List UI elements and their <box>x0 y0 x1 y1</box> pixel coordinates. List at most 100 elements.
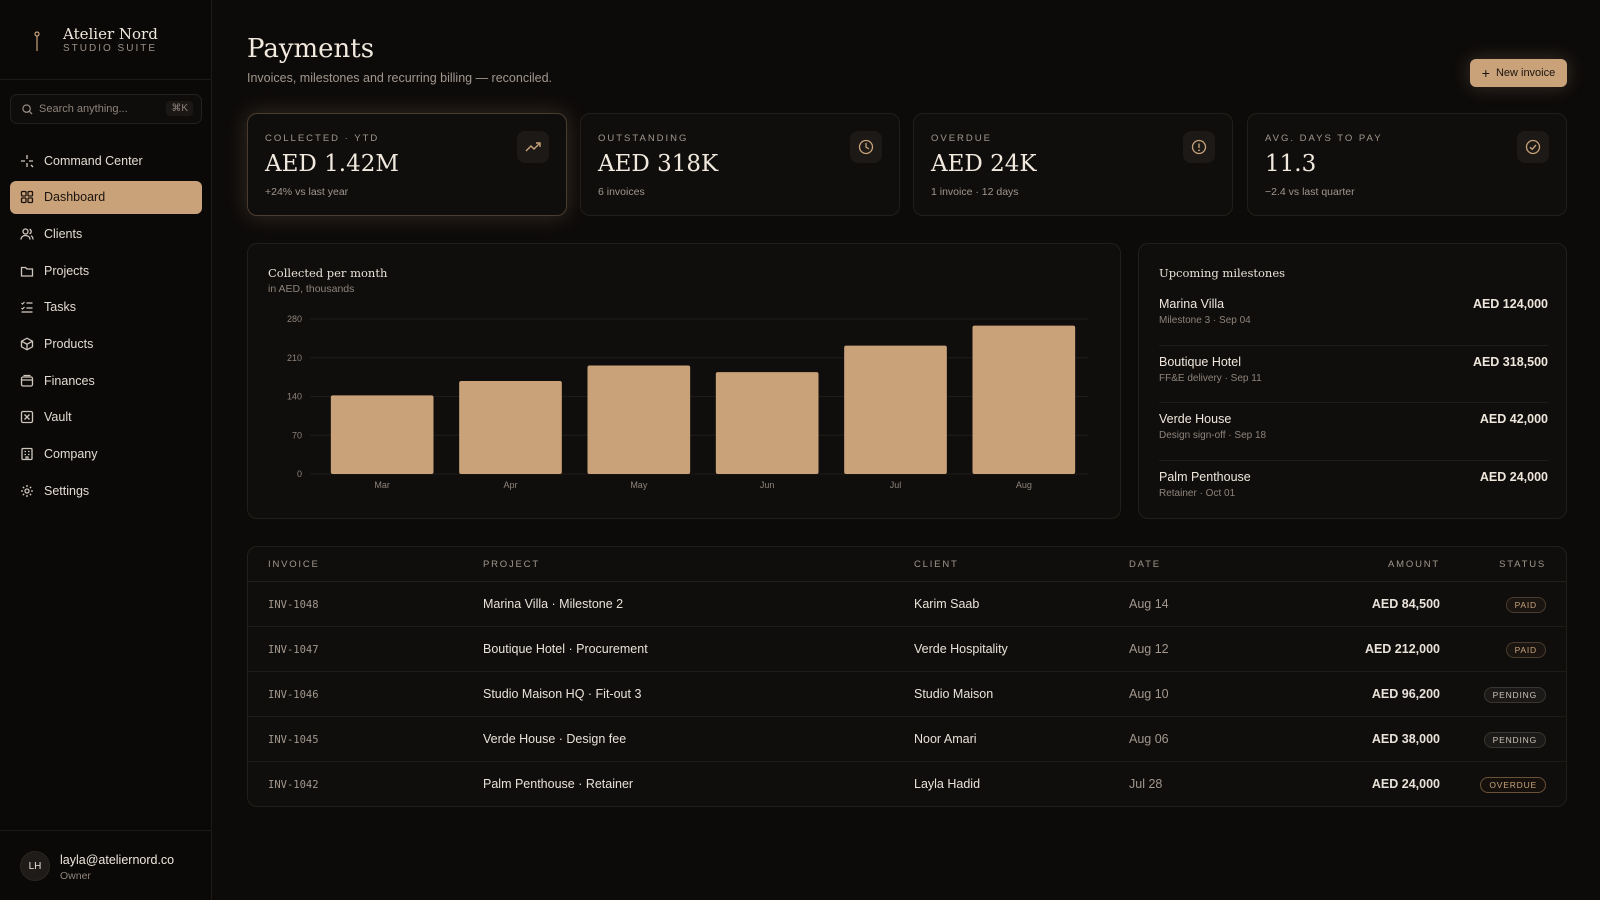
sidebar-item-command-center[interactable]: Command Center <box>10 144 202 177</box>
table-row[interactable]: INV-1042 Palm Penthouse · Retainer Layla H… <box>248 762 1566 807</box>
client-name: Noor Amari <box>914 732 977 746</box>
project-name: Studio Maison HQ · Fit-out 3 <box>483 687 642 701</box>
th-client[interactable]: CLIENT <box>914 559 959 570</box>
milestone-detail: FF&E delivery · Sep 11 <box>1159 372 1262 384</box>
brand[interactable]: Atelier Nord STUDIO SUITE <box>0 0 212 80</box>
invoice-date: Jul 28 <box>1129 777 1163 791</box>
milestone-amount: AED 318,500 <box>1472 354 1548 369</box>
th-project[interactable]: PROJECT <box>483 559 540 570</box>
bar-apr[interactable] <box>459 381 562 474</box>
user-profile[interactable]: LH layla@ateliernord.co Owner <box>0 830 212 900</box>
search-box[interactable]: ⌘K <box>10 94 202 124</box>
box-icon <box>20 337 34 351</box>
avatar[interactable]: LH <box>20 851 50 881</box>
sidebar-item-label: Tasks <box>44 300 76 315</box>
building-icon <box>21 447 33 461</box>
sidebar-item-label: Projects <box>44 263 90 278</box>
milestone-item[interactable]: Marina Villa Milestone 3 · Sep 04 AED 124,… <box>1159 288 1548 346</box>
trend-up-icon <box>517 131 549 163</box>
x-tick-label: Jul <box>890 480 902 490</box>
sidebar-item-company[interactable]: Company <box>10 438 202 471</box>
th-invoice[interactable]: INVOICE <box>268 559 320 570</box>
milestone-item[interactable]: Boutique Hotel FF&E delivery · Sep 11 AED … <box>1159 346 1548 403</box>
milestone-amount: AED 42,000 <box>1479 412 1548 426</box>
sidebar-item-tasks[interactable]: Tasks <box>10 291 202 324</box>
stat-label: OUTSTANDING <box>598 133 689 144</box>
bar-aug[interactable] <box>972 325 1076 474</box>
table-row[interactable]: INV-1046 Studio Maison HQ · Fit-out 3 Stud… <box>248 672 1566 717</box>
stat-label: COLLECTED · YTD <box>265 133 380 144</box>
brand-logo-icon <box>34 31 40 51</box>
bar-mar[interactable] <box>330 395 434 474</box>
stat-card-collected[interactable]: COLLECTED · YTD AED 1.42M +24% vs last y… <box>247 113 567 216</box>
page-subtitle: Invoices, milestones and recurring billi… <box>247 71 553 85</box>
stat-label: AVG. DAYS TO PAY <box>1265 133 1383 144</box>
stat-note: −2.4 vs last quarter <box>1265 186 1355 198</box>
milestone-item[interactable]: Palm Penthouse Retainer · Oct 01 AED 24,00… <box>1159 461 1548 519</box>
users-icon <box>20 228 34 240</box>
invoice-amount: AED 212,000 <box>1364 642 1440 656</box>
table-row[interactable]: INV-1048 Marina Villa · Milestone 2 Karim … <box>248 582 1566 627</box>
gear-icon <box>21 484 33 497</box>
user-email: layla@ateliernord.co <box>60 853 175 867</box>
milestone-amount: AED 24,000 <box>1479 469 1548 484</box>
invoice-id: INV-1048 <box>268 599 319 611</box>
client-name: Verde Hospitality <box>914 642 1008 656</box>
sidebar-item-finances[interactable]: Finances <box>10 364 202 397</box>
milestone-name: Palm Penthouse <box>1159 469 1251 484</box>
bar-chart: 0 70 140 210 280 Mar Apr May Jun Jul Aug <box>287 314 1088 490</box>
folder-icon <box>20 266 34 277</box>
client-name: Layla Hadid <box>914 777 981 791</box>
vault-icon <box>20 411 34 424</box>
bar-jun[interactable] <box>715 372 819 474</box>
status-badge: PENDING <box>1483 732 1546 748</box>
stat-label: OVERDUE <box>931 133 992 144</box>
sidebar-item-label: Products <box>44 336 94 351</box>
invoice-date: Aug 06 <box>1129 732 1169 746</box>
table-row[interactable]: INV-1045 Verde House · Design fee Noor Ama… <box>248 717 1566 762</box>
invoice-date: Aug 10 <box>1129 687 1169 701</box>
sidebar-item-settings[interactable]: Settings <box>10 474 202 507</box>
list-check-icon <box>21 301 33 313</box>
y-tick-label: 70 <box>292 430 302 440</box>
y-tick-label: 0 <box>297 469 302 479</box>
th-date[interactable]: DATE <box>1129 559 1161 570</box>
bar-jul[interactable] <box>844 345 947 474</box>
bar-may[interactable] <box>587 365 691 475</box>
milestone-amount: AED 124,000 <box>1472 297 1548 311</box>
table-row[interactable]: INV-1047 Boutique Hotel · Procurement Verd… <box>248 627 1566 672</box>
stat-card-outstanding[interactable]: OUTSTANDING AED 318K 6 invoices <box>580 113 900 216</box>
new-invoice-label: New invoice <box>1495 67 1556 79</box>
sidebar-item-vault[interactable]: Vault <box>10 401 202 434</box>
th-status[interactable]: STATUS <box>1499 559 1546 570</box>
sidebar-item-label: Dashboard <box>44 190 106 205</box>
invoice-id: INV-1047 <box>268 644 319 656</box>
search-icon <box>22 104 33 115</box>
y-tick-label: 210 <box>287 353 302 363</box>
sidebar-item-dashboard[interactable]: Dashboard <box>10 180 202 214</box>
brand-subtitle: STUDIO SUITE <box>63 43 158 54</box>
plus-icon: + <box>1481 65 1490 81</box>
stat-note: 6 invoices <box>598 186 645 198</box>
x-tick-label: Aug <box>1016 480 1032 490</box>
invoice-id: INV-1045 <box>268 734 319 746</box>
invoice-amount: AED 96,200 <box>1371 687 1440 701</box>
invoice-id: INV-1042 <box>268 779 319 791</box>
sidebar-item-label: Settings <box>44 483 90 498</box>
project-name: Marina Villa · Milestone 2 <box>483 597 624 611</box>
stat-note: 1 invoice · 12 days <box>931 186 1019 198</box>
sidebar-item-projects[interactable]: Projects <box>10 254 202 287</box>
sidebar-item-products[interactable]: Products <box>10 327 202 360</box>
sidebar-item-clients[interactable]: Clients <box>10 217 202 250</box>
project-name: Verde House · Design fee <box>483 732 627 746</box>
sidebar-item-label: Command Center <box>44 153 143 168</box>
stat-card-avg-days[interactable]: AVG. DAYS TO PAY 11.3 −2.4 vs last quart… <box>1247 113 1567 216</box>
th-amount[interactable]: AMOUNT <box>1388 559 1440 570</box>
status-badge: PAID <box>1505 642 1546 658</box>
invoice-id: INV-1046 <box>268 689 319 701</box>
new-invoice-button[interactable]: + New invoice <box>1470 59 1567 87</box>
client-name: Studio Maison <box>914 687 994 701</box>
stat-card-overdue[interactable]: OVERDUE AED 24K 1 invoice · 12 days <box>913 113 1233 216</box>
search-input[interactable] <box>39 95 159 123</box>
milestone-item[interactable]: Verde House Design sign-off · Sep 18 AED 4… <box>1159 403 1548 461</box>
